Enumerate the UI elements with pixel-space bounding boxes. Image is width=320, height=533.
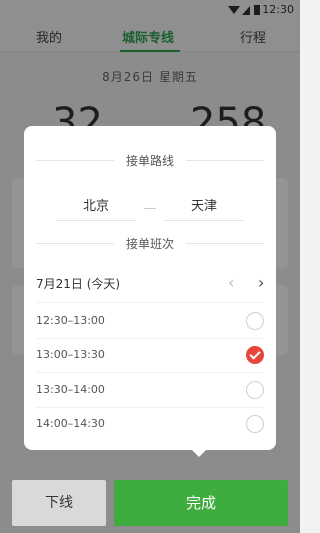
- divider: [36, 372, 264, 373]
- day-label: 7月21日 (今天): [36, 277, 121, 291]
- radio-unchecked-icon[interactable]: [246, 415, 264, 433]
- modal-pointer: [190, 448, 208, 457]
- to-city-underline: [164, 220, 244, 221]
- done-button[interactable]: 完成: [114, 480, 288, 526]
- route-schedule-modal: 接单路线 北京 天津 接单班次 7月21日 (今天) ‹ › 12:30–13:…: [24, 126, 276, 450]
- time-slot[interactable]: 14:00–14:30: [36, 415, 264, 435]
- to-city-field[interactable]: 天津: [164, 195, 244, 214]
- radio-unchecked-icon[interactable]: [246, 381, 264, 399]
- chevron-left-icon[interactable]: ‹: [228, 273, 234, 292]
- slot-time: 13:00–13:30: [36, 348, 105, 361]
- divider: [36, 302, 264, 303]
- slot-time: 14:00–14:30: [36, 417, 105, 430]
- divider: [36, 338, 264, 339]
- divider: [36, 407, 264, 408]
- day-selector: 7月21日 (今天) ‹ ›: [36, 273, 264, 295]
- slot-time: 13:30–14:00: [36, 383, 105, 396]
- from-city-field[interactable]: 北京: [56, 195, 136, 214]
- slot-time: 12:30–13:00: [36, 314, 105, 327]
- offline-button[interactable]: 下线: [12, 480, 106, 526]
- bottom-bar: 下线 完成: [0, 474, 300, 533]
- time-slot[interactable]: 13:00–13:30: [36, 346, 264, 366]
- schedule-section-header: 接单班次: [24, 233, 276, 253]
- route-section-header: 接单路线: [24, 150, 276, 170]
- checkmark-icon[interactable]: [246, 346, 264, 364]
- time-slot[interactable]: 13:30–14:00: [36, 381, 264, 401]
- time-slot[interactable]: 12:30–13:00: [36, 312, 264, 332]
- chevron-right-icon[interactable]: ›: [258, 273, 264, 292]
- route-dash: [144, 208, 156, 209]
- from-city-underline: [56, 220, 136, 221]
- radio-unchecked-icon[interactable]: [246, 312, 264, 330]
